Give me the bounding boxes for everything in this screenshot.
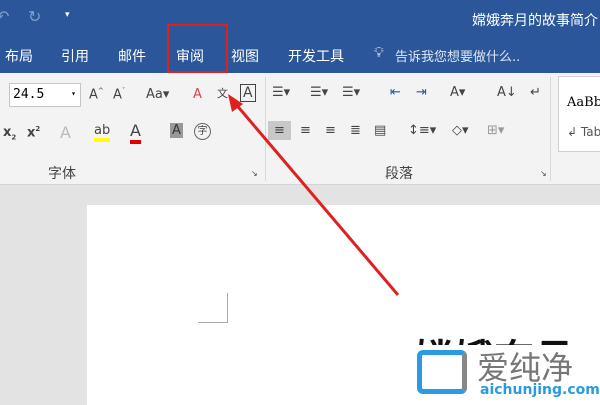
shading-icon[interactable]: ◇▾	[452, 123, 469, 138]
tab-view[interactable]: 视图	[231, 46, 259, 66]
styles-gallery[interactable]: AaBb ↲ Tab	[558, 76, 600, 152]
clear-formatting-icon[interactable]: A	[193, 87, 202, 102]
font-dialog-launcher-icon[interactable]: ↘	[251, 169, 258, 178]
justify-icon[interactable]: ≣	[350, 123, 361, 138]
decrease-indent-icon[interactable]: ⇤	[390, 85, 401, 100]
ribbon-tabs: 布局 引用 邮件 审阅 视图 开发工具 💡︎ 告诉我您想要做什么..	[0, 37, 600, 73]
customize-toolbar-icon[interactable]: ▾	[65, 10, 70, 20]
title-bar: ↶ ↻ ▾ 嫦娥奔月的故事简介	[0, 0, 600, 37]
tell-me-input[interactable]: 告诉我您想要做什么..	[395, 46, 520, 65]
tab-references[interactable]: 引用	[61, 46, 89, 66]
watermark-url: aichunjing.com	[480, 382, 600, 398]
shrink-font-icon[interactable]: Aˇ	[113, 87, 125, 102]
show-marks-icon[interactable]: ↵	[530, 85, 541, 100]
highlight-box	[167, 24, 228, 73]
phonetic-guide-icon[interactable]: 文	[217, 85, 228, 101]
paragraph-dialog-launcher-icon[interactable]: ↘	[540, 169, 547, 178]
style-normal[interactable]: AaBb	[567, 95, 600, 110]
bullets-icon[interactable]: ☰▾	[272, 85, 290, 100]
character-shading-icon[interactable]: A	[170, 123, 183, 138]
paragraph-group-label: 段落	[385, 166, 413, 182]
divider	[550, 77, 551, 181]
multilevel-list-icon[interactable]: ☰▾	[342, 85, 360, 100]
watermark-logo: 爱纯净 aichunjing.com	[412, 345, 600, 400]
subscript-icon[interactable]: x2	[3, 125, 16, 142]
tab-layout[interactable]: 布局	[5, 46, 33, 66]
numbering-icon[interactable]: ☰▾	[310, 85, 328, 100]
tab-developer[interactable]: 开发工具	[288, 46, 344, 66]
tab-mailings[interactable]: 邮件	[118, 46, 146, 66]
font-size-select[interactable]: 24.5 ▾	[9, 83, 81, 107]
distributed-icon[interactable]: ▤	[374, 123, 386, 138]
divider	[265, 77, 266, 181]
center-icon[interactable]: ≡	[300, 123, 311, 138]
redo-icon[interactable]: ↻	[28, 7, 41, 26]
style-no-spacing[interactable]: ↲ Tab	[567, 125, 600, 139]
chinese-layout-icon[interactable]: A▾	[450, 85, 465, 100]
character-border-icon[interactable]: A	[240, 84, 256, 102]
font-group-label: 字体	[48, 166, 76, 182]
logo-icon	[417, 350, 467, 394]
document-title: 嫦娥奔月的故事简介	[472, 13, 598, 29]
lightbulb-icon: 💡︎	[374, 45, 384, 61]
highlight-color-icon[interactable]: ab	[94, 123, 111, 142]
ribbon: 24.5 ▾ A^ Aˇ Aa▾ A 文 A x2 x2 A ab A A 字 字…	[0, 73, 600, 185]
superscript-icon[interactable]: x2	[27, 125, 40, 140]
borders-icon[interactable]: ⊞▾	[487, 123, 504, 138]
enclose-characters-icon[interactable]: 字	[194, 123, 211, 140]
change-case-icon[interactable]: Aa▾	[146, 87, 169, 102]
increase-indent-icon[interactable]: ⇥	[416, 85, 427, 100]
align-left-icon[interactable]: ≡	[268, 121, 291, 140]
text-effects-icon[interactable]: A	[60, 123, 71, 142]
undo-icon[interactable]: ↶	[0, 7, 9, 26]
sort-icon[interactable]: A↓	[497, 85, 517, 100]
grow-font-icon[interactable]: A^	[89, 87, 104, 102]
align-right-icon[interactable]: ≡	[325, 123, 336, 138]
margin-corner-mark	[198, 293, 228, 323]
font-color-icon[interactable]: A	[130, 121, 141, 144]
line-spacing-icon[interactable]: ↕≡▾	[408, 123, 436, 138]
